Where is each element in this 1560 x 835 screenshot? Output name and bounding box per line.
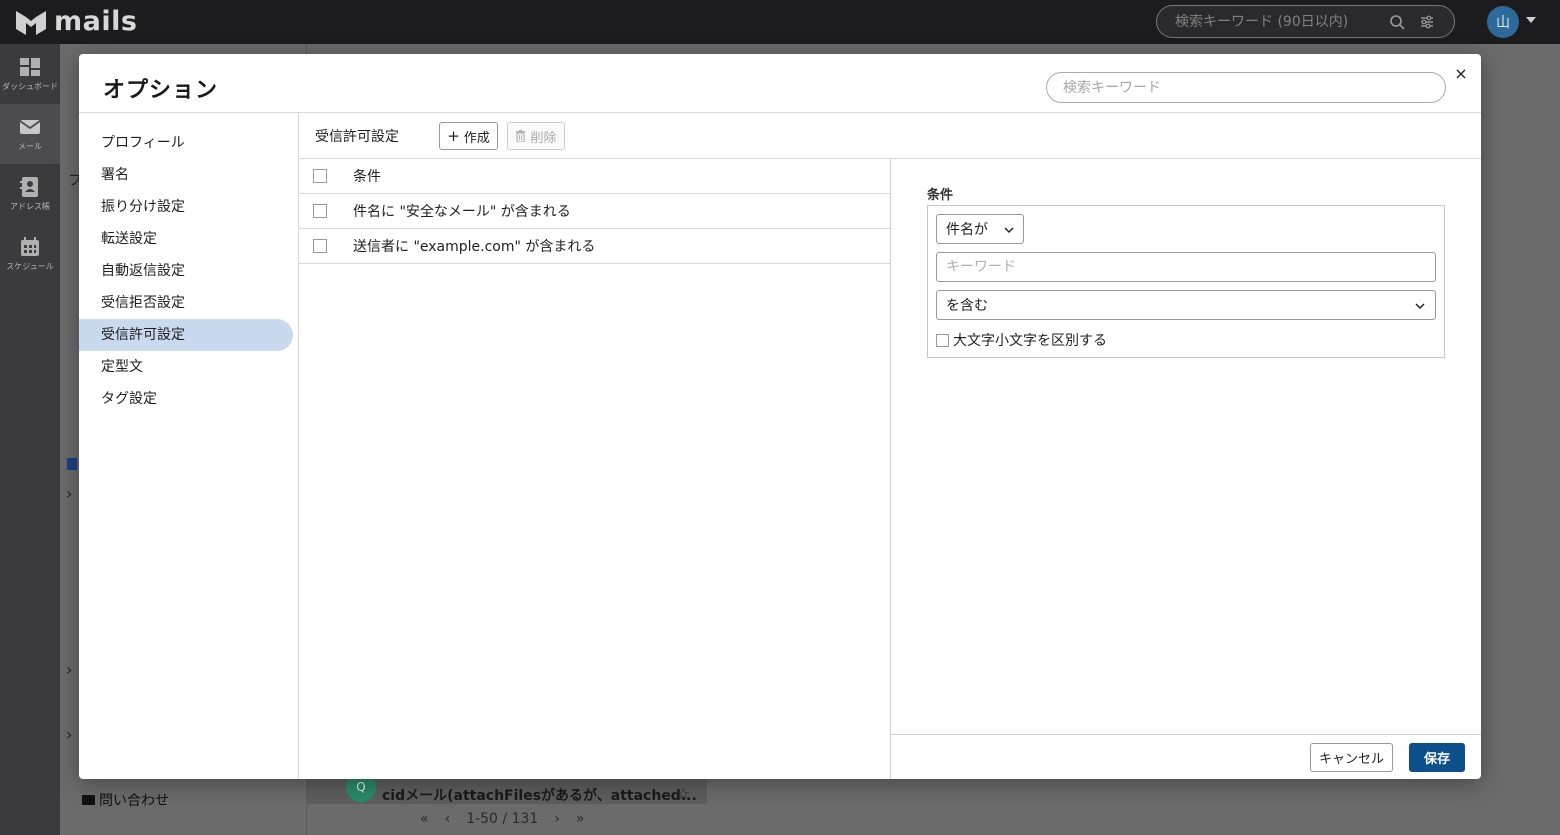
rule-checkbox[interactable] <box>313 204 327 218</box>
rail-label: アドレス帳 <box>10 202 50 211</box>
dialog-title: オプション <box>103 78 219 103</box>
cancel-button[interactable]: キャンセル <box>1310 743 1393 772</box>
match-select[interactable]: を含む <box>936 290 1436 320</box>
mail-icon <box>19 120 41 134</box>
pin-icon <box>67 458 77 470</box>
menu-item-block-list[interactable]: 受信拒否設定 <box>79 287 293 319</box>
delete-label: 削除 <box>530 130 557 146</box>
list-header-label: 条件 <box>353 169 381 185</box>
folder-icon <box>82 795 95 805</box>
app-name: mails <box>54 6 138 37</box>
first-page-icon: « <box>420 811 429 827</box>
background-pager: « ‹ 1-50 / 131 › » <box>420 811 620 827</box>
menu-item-allow-list[interactable]: 受信許可設定 <box>79 319 293 351</box>
global-search-input[interactable] <box>1175 13 1385 30</box>
top-bar: mails 山 <box>0 0 1560 44</box>
global-search[interactable] <box>1156 5 1455 38</box>
rail-label: メール <box>18 142 42 151</box>
menu-item-signature[interactable]: 署名 <box>79 159 293 191</box>
case-sensitive-label: 大文字小文字を区別する <box>953 333 1107 349</box>
search-icon[interactable] <box>1389 14 1405 30</box>
menu-item-templates[interactable]: 定型文 <box>79 351 293 383</box>
close-icon[interactable]: × <box>1453 66 1469 82</box>
folder-label: 問い合わせ <box>99 793 169 809</box>
background-mail-subject: cidメール(attachFilesがあるが、attached... <box>382 788 697 804</box>
dashboard-icon <box>20 58 40 76</box>
logo-icon <box>16 11 46 35</box>
rule-row[interactable]: 送信者に "example.com" が含まれる <box>299 229 890 264</box>
rule-list: 条件 件名に "安全なメール" が含まれる 送信者に "example.com"… <box>299 159 891 779</box>
user-menu-caret-icon[interactable] <box>1526 17 1536 23</box>
save-button[interactable]: 保存 <box>1409 743 1465 772</box>
star-icon: ☆ <box>676 784 691 803</box>
trash-icon <box>516 130 526 142</box>
nav-rail: ダッシュボード メール アドレス帳 スケジュール <box>0 44 60 835</box>
background-folder-item: 問い合わせ <box>82 790 169 810</box>
rail-item-dashboard[interactable]: ダッシュボード <box>0 44 60 104</box>
rail-item-mail[interactable]: メール <box>0 104 60 164</box>
list-header-row: 条件 <box>299 159 890 194</box>
field-select-value: 件名が <box>946 222 988 238</box>
rule-row[interactable]: 件名に "安全なメール" が含まれる <box>299 194 890 229</box>
chevron-down-icon <box>1004 227 1014 234</box>
rail-label: スケジュール <box>6 262 54 271</box>
rail-label: ダッシュボード <box>2 82 58 91</box>
chevron-down-icon <box>1415 303 1425 310</box>
delete-button[interactable]: 削除 <box>507 122 565 150</box>
filter-settings-icon[interactable] <box>1419 14 1435 30</box>
condition-label: 条件 <box>927 188 954 203</box>
rule-text: 送信者に "example.com" が含まれる <box>353 239 596 255</box>
rule-text: 件名に "安全なメール" が含まれる <box>353 204 571 220</box>
prev-page-icon: ‹ <box>444 811 451 827</box>
address-book-icon <box>20 177 38 197</box>
menu-item-forwarding[interactable]: 転送設定 <box>79 223 293 255</box>
select-all-checkbox[interactable] <box>313 169 327 183</box>
divider <box>891 734 1481 735</box>
keyword-input[interactable] <box>936 252 1436 282</box>
rail-item-schedule[interactable]: スケジュール <box>0 224 60 284</box>
menu-item-auto-reply[interactable]: 自動返信設定 <box>79 255 293 287</box>
options-dialog: オプション × プロフィール 署名 振り分け設定 転送設定 自動返信設定 受信拒… <box>79 54 1481 779</box>
app-logo[interactable]: mails <box>16 8 137 36</box>
chevron-right-icon: › <box>66 660 73 679</box>
chevron-right-icon: › <box>66 725 73 744</box>
match-select-value: を含む <box>946 298 988 314</box>
field-select[interactable]: 件名が <box>936 214 1024 244</box>
case-sensitive-option[interactable]: 大文字小文字を区別する <box>936 330 1107 350</box>
chevron-right-icon: › <box>66 484 73 503</box>
next-page-icon: › <box>554 811 560 827</box>
case-sensitive-checkbox[interactable] <box>936 333 949 347</box>
menu-item-sorting[interactable]: 振り分け設定 <box>79 191 293 223</box>
calendar-icon <box>21 237 39 256</box>
user-avatar[interactable]: 山 <box>1487 6 1519 38</box>
section-title: 受信許可設定 <box>315 129 399 145</box>
last-page-icon: » <box>575 811 585 827</box>
options-search-input[interactable] <box>1046 72 1446 103</box>
rail-item-address-book[interactable]: アドレス帳 <box>0 164 60 224</box>
pager-text: 1-50 / 131 <box>466 811 539 827</box>
create-button[interactable]: + 作成 <box>439 122 498 150</box>
create-label: 作成 <box>463 130 490 146</box>
menu-item-tags[interactable]: タグ設定 <box>79 383 293 415</box>
plus-icon: + <box>447 127 460 145</box>
rule-checkbox[interactable] <box>313 239 327 253</box>
options-menu: プロフィール 署名 振り分け設定 転送設定 自動返信設定 受信拒否設定 受信許可… <box>79 113 299 779</box>
menu-item-profile[interactable]: プロフィール <box>79 127 293 159</box>
